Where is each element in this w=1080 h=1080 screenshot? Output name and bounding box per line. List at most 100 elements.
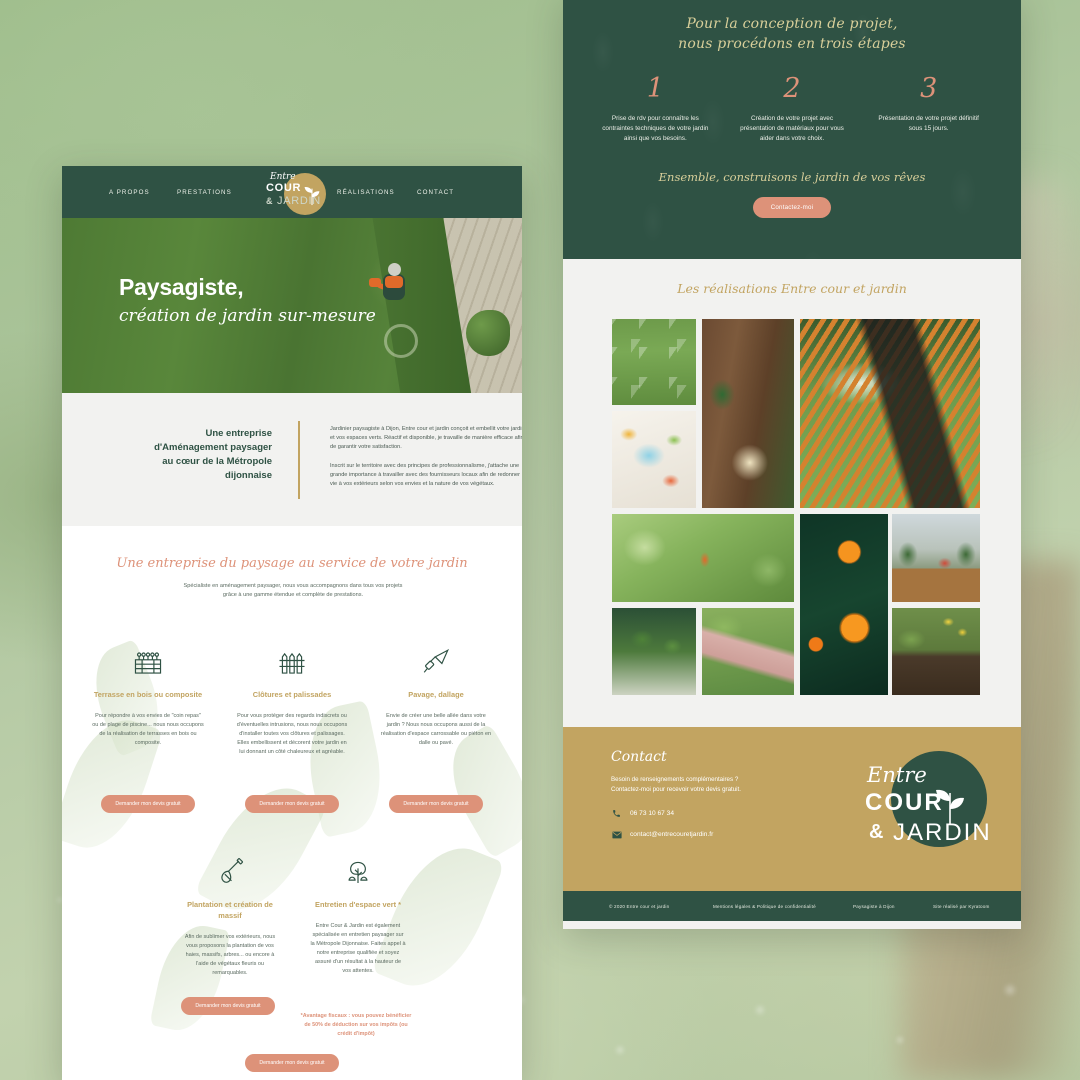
hero-bush-detail <box>466 310 510 356</box>
contact-subtitle-line2: Contactez-moi pour recevoir votre devis … <box>611 786 741 793</box>
intro-paragraph-2: Inscrit sur le territoire avec des princ… <box>330 463 520 487</box>
quote-button-terrasse[interactable]: Demander mon devis gratuit <box>101 795 195 813</box>
nav-item-prestations[interactable]: PRESTATIONS <box>177 189 232 196</box>
intro-paragraph-1: Jardinier paysagiste à Dijon, Entre cour… <box>330 426 522 450</box>
service-name: Pavage, dallage <box>408 690 464 699</box>
cta-block: Ensemble, construisons le jardin de vos … <box>563 170 1021 218</box>
fence-icon <box>236 636 348 676</box>
contact-phone-number: 06 73 10 67 34 <box>630 810 674 817</box>
footer-copyright: © 2020 Entre cour et jardin <box>609 903 670 909</box>
services-subtitle: Spécialiste en aménagement paysager, nou… <box>183 583 403 598</box>
logo-text-cour: COUR <box>266 182 302 194</box>
tree-icon <box>310 846 406 886</box>
service-name: Terrasse en bois ou composite <box>93 690 203 699</box>
stone-stepping-path-photo[interactable] <box>612 319 696 405</box>
services-row-1-buttons: Demander mon devis gratuit Demander mon … <box>76 792 508 813</box>
contact-email-address: contact@entrecouretjardin.fr <box>630 831 714 838</box>
wooden-terrace-planter-photo[interactable] <box>892 514 980 602</box>
service-description: Afin de sublimer vos extérieurs, nous vo… <box>184 934 276 976</box>
footer-credit-link[interactable]: Site réalisé par Kyratoom <box>933 904 990 909</box>
service-description: Pour vous protéger des regards indiscret… <box>236 713 348 755</box>
contact-title: Contact <box>611 749 667 765</box>
quote-button-clotures[interactable]: Demander mon devis gratuit <box>245 795 339 813</box>
step-number: 2 <box>783 73 801 104</box>
footer-legal-link[interactable]: Mentions légales & Politique de confiden… <box>713 904 816 909</box>
header-logo[interactable]: Entre COUR & JARDIN <box>255 169 329 219</box>
process-steps: 1 Prise de rdv pour connaître les contra… <box>587 74 997 144</box>
website-mockup-page-upper: A PROPOS PRESTATIONS RÉALISATIONS CONTAC… <box>62 166 522 1080</box>
contact-section: Contact Besoin de renseignements complém… <box>563 727 1021 891</box>
intro-heading: Une entreprise d'Aménagement paysager au… <box>154 428 272 481</box>
trimmed-bushes-photo[interactable] <box>612 608 696 695</box>
service-card-clotures: Clôtures et palissades Pour vous protége… <box>220 636 364 757</box>
leaf-sprout-icon <box>936 789 964 824</box>
contact-subtitle-line1: Besoin de renseignements complémentaires… <box>611 776 739 783</box>
envelope-icon <box>611 829 622 840</box>
contact-me-button[interactable]: Contactez-moi <box>752 197 832 218</box>
logo-text-ampersand: & <box>869 821 884 843</box>
services-row-2-button-right: Demander mon devis gratuit <box>62 1051 522 1072</box>
contact-email-row[interactable]: contact@entrecouretjardin.fr <box>611 829 713 840</box>
cta-title: Ensemble, construisons le jardin de vos … <box>658 170 926 184</box>
service-card-pavage: Pavage, dallage Envie de créer une belle… <box>364 636 508 757</box>
services-footnote: *Avantage fiscaux : vous pouvez bénéfici… <box>300 1013 412 1037</box>
gloves-and-tools-photo[interactable] <box>702 319 794 508</box>
process-step: 2 Création de votre projet avec présenta… <box>724 74 861 144</box>
realisations-section: Les réalisations Entre cour et jardin <box>563 259 1021 727</box>
contact-phone-row[interactable]: 06 73 10 67 34 <box>611 808 674 819</box>
site-footer-bar: © 2020 Entre cour et jardin Mentions lég… <box>563 891 1021 921</box>
nav-item-contact[interactable]: CONTACT <box>417 189 454 196</box>
garden-plan-drawing-photo[interactable] <box>612 411 696 508</box>
hero-lawn-circle-detail <box>384 324 418 358</box>
step-text: Création de votre projet avec présentati… <box>740 115 844 142</box>
daffodils-planting-photo[interactable] <box>892 608 980 695</box>
orange-marigold-flowers-photo[interactable] <box>800 514 888 695</box>
service-name: Plantation et création de massif <box>187 900 273 920</box>
shovel-icon <box>182 846 278 886</box>
footer-seo-link[interactable]: Paysagiste à Dijon <box>853 904 895 909</box>
service-name: Clôtures et palissades <box>252 690 332 699</box>
deck-terrace-icon <box>92 636 204 676</box>
services-row-2-button-left: Demander mon devis gratuit <box>166 994 290 1015</box>
hero-text-block: Paysagiste, création de jardin sur-mesur… <box>119 274 376 326</box>
services-row-1: Terrasse en bois ou composite Pour répon… <box>76 636 508 757</box>
service-card-terrasse: Terrasse en bois ou composite Pour répon… <box>76 636 220 757</box>
service-card-plantation: Plantation et création de massif Afin de… <box>166 846 294 978</box>
process-section: Pour la conception de projet, nous procé… <box>563 0 1021 259</box>
quote-button-entretien[interactable]: Demander mon devis gratuit <box>245 1054 339 1072</box>
services-section: Une entreprise du paysage au service de … <box>62 526 522 1080</box>
gardener-at-work-photo[interactable] <box>612 514 794 602</box>
intro-section: Une entreprise d'Aménagement paysager au… <box>62 393 522 526</box>
intro-body: Jardinier paysagiste à Dijon, Entre cour… <box>330 425 522 489</box>
process-title-line2: nous procédons en trois étapes <box>678 36 906 52</box>
realisations-title: Les réalisations Entre cour et jardin <box>677 281 907 296</box>
process-step: 1 Prise de rdv pour connaître les contra… <box>587 74 724 144</box>
gardener-vest <box>385 276 403 288</box>
nav-item-realisations[interactable]: RÉALISATIONS <box>337 189 395 196</box>
logo-text-entre: Entre <box>867 763 927 787</box>
website-mockup-page-lower: Pour la conception de projet, nous procé… <box>563 0 1021 929</box>
hero-title: Paysagiste, <box>119 274 244 300</box>
logo-text-ampersand: & <box>266 196 273 206</box>
process-title: Pour la conception de projet, nous procé… <box>563 14 1021 54</box>
leaf-sprout-icon <box>304 186 320 206</box>
footer-logo: Entre COUR & JARDIN <box>863 745 990 869</box>
service-description: Entre Cour & Jardin est également spécia… <box>310 923 406 974</box>
logo-text-cour: COUR <box>865 789 944 816</box>
gardener-head <box>388 263 401 276</box>
process-step: 3 Présentation de votre projet définitif… <box>860 74 997 144</box>
logo-text-entre: Entre <box>270 172 296 182</box>
quote-button-pavage[interactable]: Demander mon devis gratuit <box>389 795 483 813</box>
quote-button-plantation[interactable]: Demander mon devis gratuit <box>181 997 275 1015</box>
pink-paved-path-photo[interactable] <box>702 608 794 695</box>
services-title: Une entreprise du paysage au service de … <box>116 556 468 571</box>
hero-banner: Paysagiste, création de jardin sur-mesur… <box>62 218 522 393</box>
wheelbarrow-bench-photo[interactable] <box>800 319 980 508</box>
phone-icon <box>611 808 622 819</box>
step-number: 1 <box>646 73 664 104</box>
hero-gardener-figure <box>369 262 413 310</box>
hero-subtitle: création de jardin sur-mesure <box>119 306 376 326</box>
nav-item-a-propos[interactable]: A PROPOS <box>109 189 150 196</box>
process-title-line1: Pour la conception de projet, <box>686 16 898 32</box>
realisations-gallery <box>612 319 980 695</box>
